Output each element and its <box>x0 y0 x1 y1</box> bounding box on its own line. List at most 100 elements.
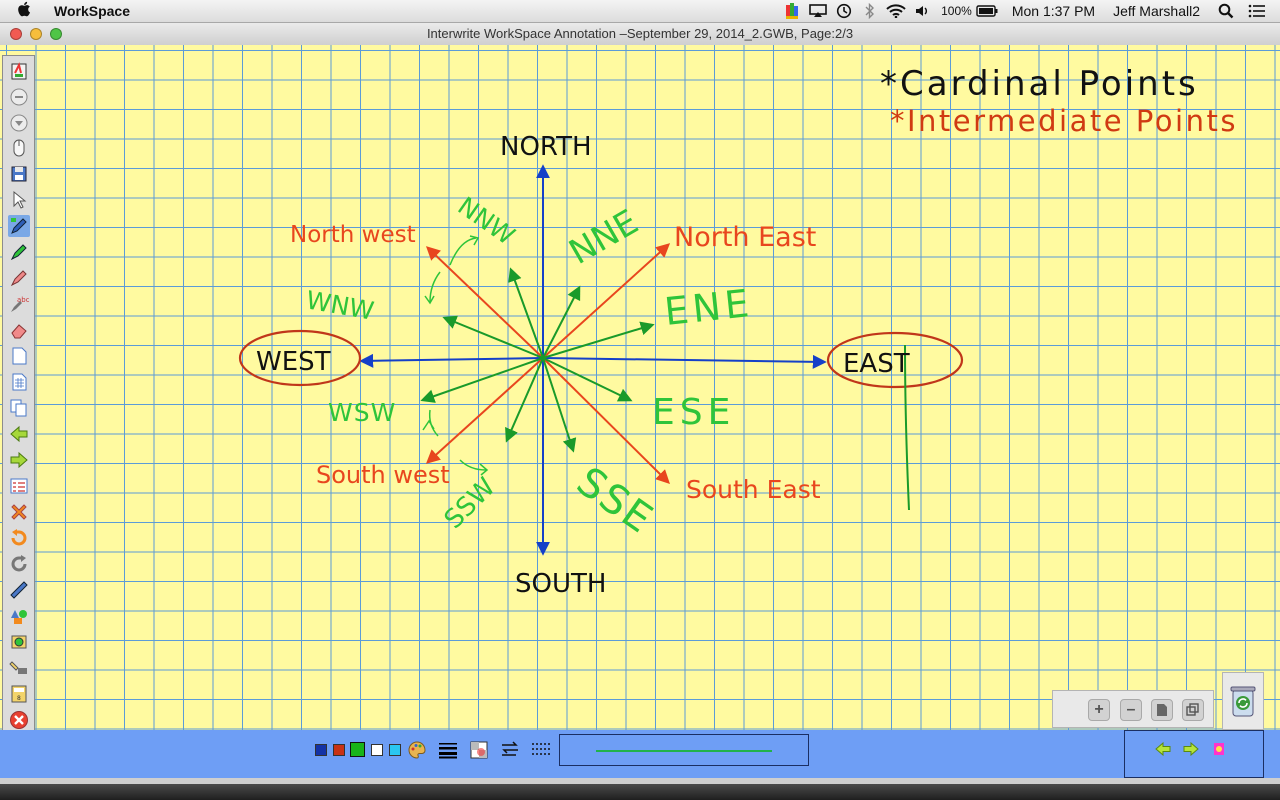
arrow-north-west <box>425 246 544 359</box>
arrow-ssw <box>505 357 544 443</box>
arrow-wnw <box>442 315 544 359</box>
down-circle-icon[interactable] <box>8 112 30 134</box>
workspace-logo-icon[interactable] <box>8 60 30 82</box>
label-wnw: WNW <box>304 285 376 325</box>
circle-button-icon[interactable] <box>8 86 30 108</box>
marker-icon[interactable] <box>8 267 30 289</box>
color-swatch-cyan[interactable] <box>389 744 401 756</box>
label-south: SOUTH <box>515 569 606 599</box>
highlighter-icon[interactable] <box>8 241 30 263</box>
svg-text:8: 8 <box>17 695 21 702</box>
bluetooth-icon[interactable] <box>857 3 883 19</box>
line-preview-stroke <box>596 750 772 752</box>
bottom-toolbar <box>0 730 1280 778</box>
close-icon[interactable] <box>8 709 30 731</box>
arrow-nne <box>542 285 581 359</box>
color-swatch-green[interactable] <box>350 742 365 757</box>
window-title: Interwrite WorkSpace Annotation –Septemb… <box>426 26 854 41</box>
label-nnw: NNW <box>453 191 521 250</box>
page-icon[interactable] <box>1151 699 1173 721</box>
arrow-south-east <box>542 357 670 484</box>
dash-style-icon[interactable] <box>531 740 551 760</box>
page-thumbnail-icon[interactable] <box>1209 739 1229 759</box>
zoom-out-icon[interactable]: – <box>1120 699 1142 721</box>
select-arrow-icon[interactable] <box>8 189 30 211</box>
menubar-clock[interactable]: Mon 1:37 PM <box>1012 3 1095 19</box>
label-ese: ESE <box>652 392 735 433</box>
pen-icon[interactable] <box>8 215 30 237</box>
eraser-icon[interactable] <box>8 319 30 341</box>
notification-center-icon[interactable] <box>1248 4 1274 18</box>
label-ene: ENE <box>662 281 755 334</box>
arrow-wsw <box>420 357 544 403</box>
arrow-west <box>359 353 544 368</box>
screen-capture-icon[interactable] <box>8 631 30 653</box>
annotation-canvas[interactable]: *Cardinal Points *Intermediate Points NO… <box>0 45 1280 730</box>
airplay-icon[interactable] <box>805 4 831 18</box>
label-wsw: WSW <box>328 398 396 427</box>
color-swatch-red[interactable] <box>333 744 345 756</box>
ruler-icon[interactable] <box>8 579 30 601</box>
previous-page-button-icon[interactable] <box>1153 739 1173 759</box>
heading-cardinal-points: *Cardinal Points <box>880 64 1199 104</box>
calculator-icon[interactable]: 8 <box>8 683 30 705</box>
text-recognition-icon[interactable]: abc <box>8 293 30 315</box>
arrow-ese <box>542 357 633 402</box>
trash-can-icon[interactable] <box>1222 672 1264 730</box>
nnw-pointer <box>449 237 477 266</box>
horizontal-scrollbar[interactable] <box>0 778 1280 784</box>
wnw-pointer <box>429 271 441 303</box>
apple-icon[interactable] <box>18 1 36 21</box>
line-style-icon[interactable] <box>500 740 520 760</box>
battery-icon[interactable] <box>976 5 998 17</box>
label-south-east: South East <box>686 475 821 504</box>
transparency-icon[interactable] <box>469 740 489 760</box>
label-east: EAST <box>843 349 910 379</box>
spotlight-icon[interactable] <box>1218 3 1240 19</box>
label-south-west: South west <box>316 461 450 489</box>
blank-page-icon[interactable] <box>8 345 30 367</box>
battery-percentage: 100% <box>941 4 972 18</box>
line-preview <box>559 734 809 766</box>
label-sse: SSE <box>568 459 662 544</box>
shapes-icon[interactable] <box>8 605 30 627</box>
mouse-icon[interactable] <box>8 137 30 159</box>
user-menu[interactable]: Jeff Marshall2 <box>1113 3 1200 19</box>
zoom-panel: + – <box>1052 690 1214 728</box>
volume-icon[interactable] <box>909 4 935 18</box>
compass-drawing: *Cardinal Points *Intermediate Points NO… <box>238 64 1238 599</box>
color-palette-icon[interactable] <box>407 740 427 760</box>
label-north-west: North west <box>290 222 416 248</box>
arrow-east <box>542 354 827 369</box>
line-width-icon[interactable] <box>438 740 458 760</box>
nnw-pointer-head <box>469 235 480 246</box>
color-swatch-white[interactable] <box>371 744 383 756</box>
redo-icon[interactable] <box>8 553 30 575</box>
next-page-button-icon[interactable] <box>1181 739 1201 759</box>
app-menu-workspace[interactable]: WorkSpace <box>54 3 130 19</box>
arrow-nnw <box>508 267 544 359</box>
delete-icon[interactable] <box>8 501 30 523</box>
label-nne: NNE <box>563 202 646 273</box>
window-title-bar: Interwrite WorkSpace Annotation –Septemb… <box>0 23 1280 46</box>
copy-page-icon[interactable] <box>8 397 30 419</box>
menu-bar: WorkSpace 100% Mon 1:37 PM Jeff Marshall… <box>0 0 1280 23</box>
heading-intermediate-points: *Intermediate Points <box>890 104 1238 138</box>
label-west: WEST <box>256 347 331 377</box>
spotlight-tool-icon[interactable] <box>8 657 30 679</box>
previous-page-icon[interactable] <box>8 423 30 445</box>
zoom-in-icon[interactable]: + <box>1088 699 1110 721</box>
next-page-icon[interactable] <box>8 449 30 471</box>
grid-page-icon[interactable] <box>8 371 30 393</box>
save-icon[interactable] <box>8 163 30 185</box>
duplicate-icon[interactable] <box>1182 699 1204 721</box>
color-picker-icon[interactable] <box>779 2 805 20</box>
page-sorter-icon[interactable] <box>8 475 30 497</box>
arrow-south-west <box>425 357 544 464</box>
label-north-east: North East <box>674 222 816 253</box>
color-swatch-blue[interactable] <box>315 744 327 756</box>
undo-icon[interactable] <box>8 527 30 549</box>
time-machine-icon[interactable] <box>831 3 857 19</box>
wifi-icon[interactable] <box>883 4 909 18</box>
arrow-ene <box>542 321 655 359</box>
